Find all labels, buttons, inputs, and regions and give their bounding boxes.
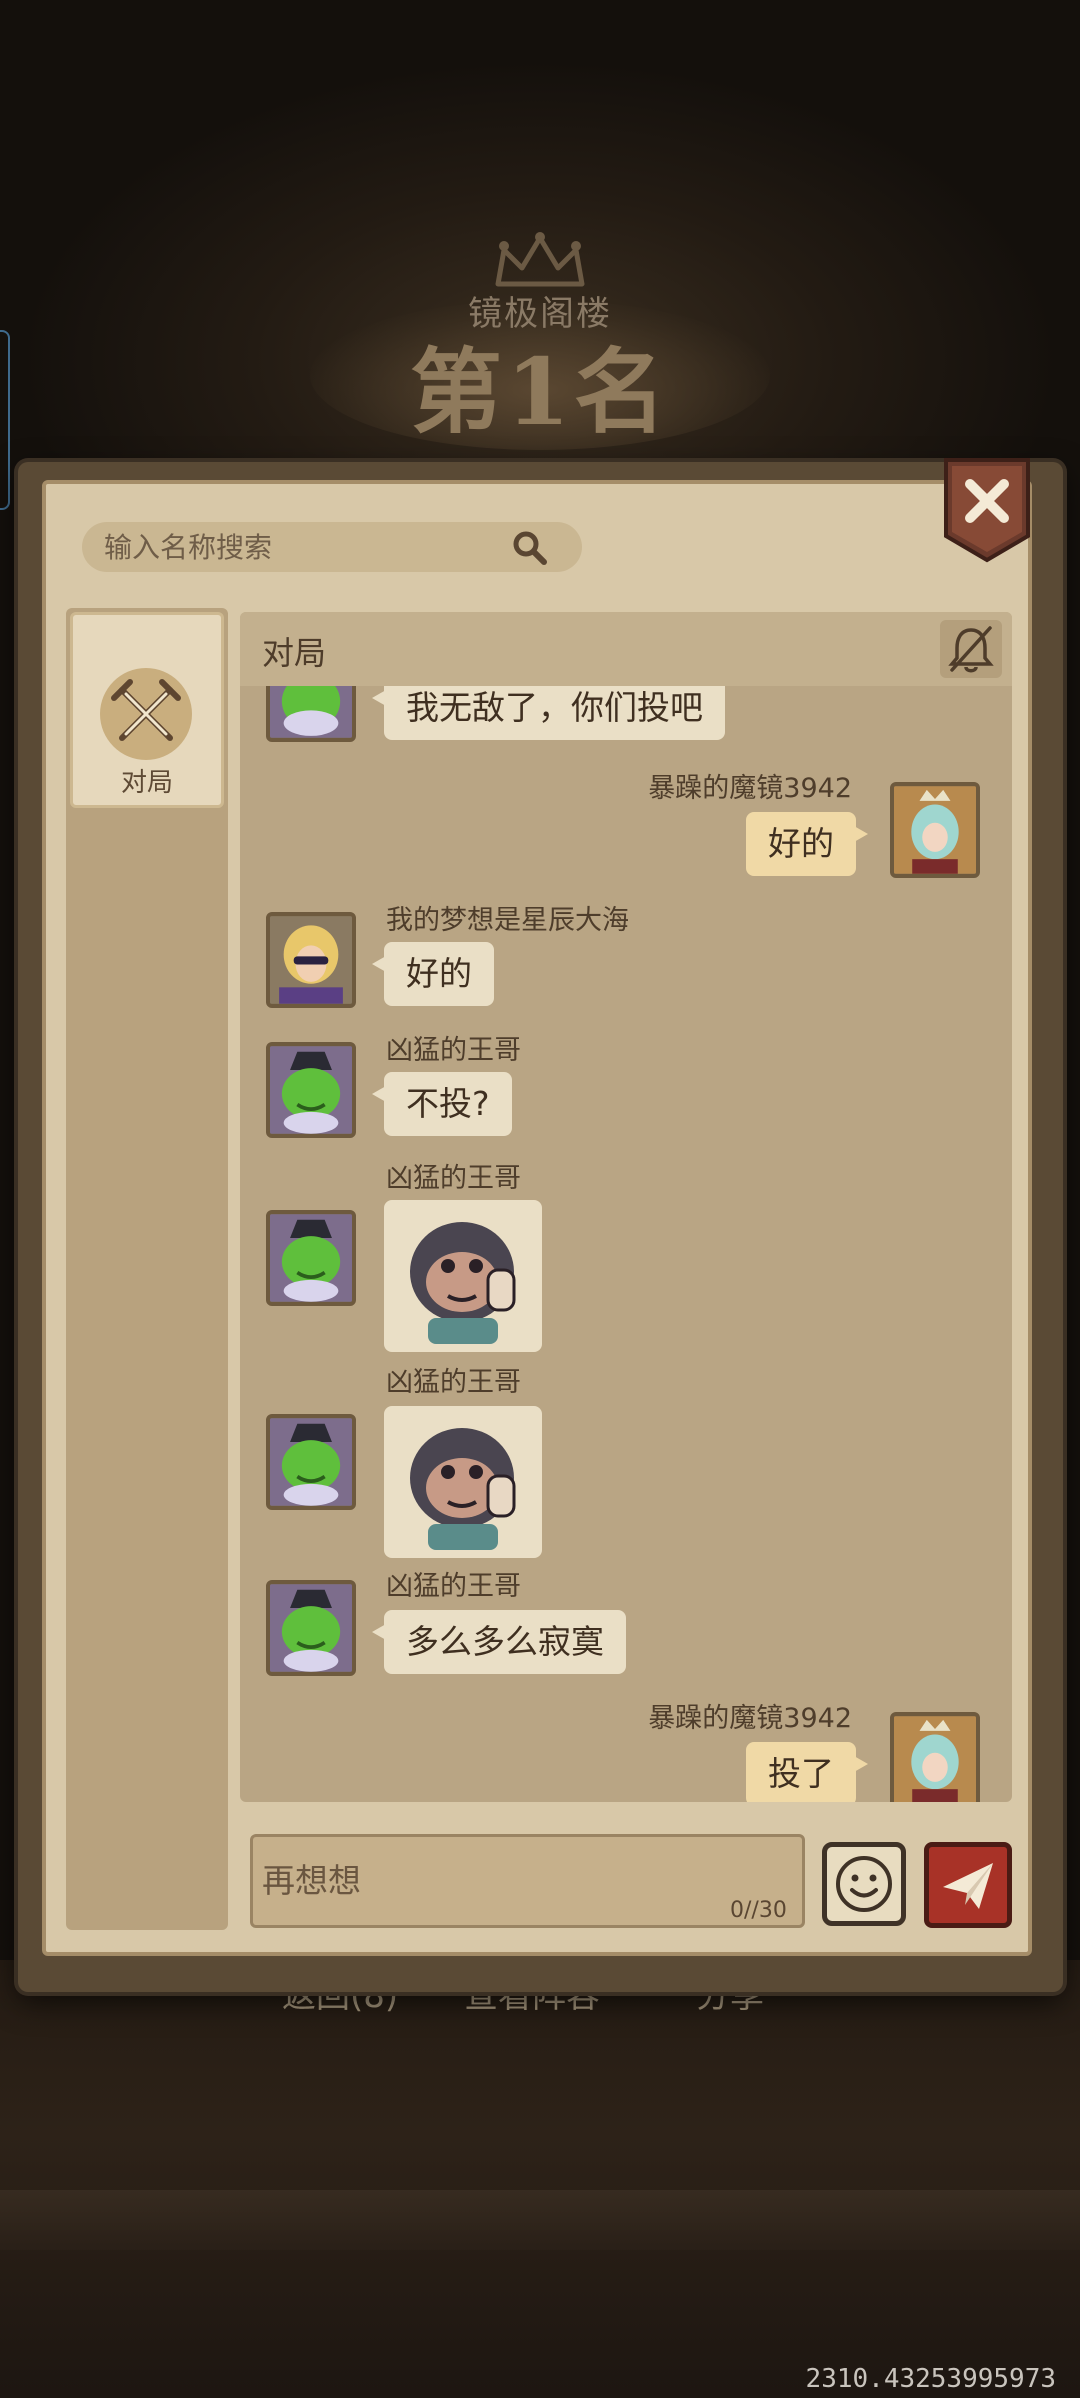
chat-bubble: 我无敌了，你们投吧 [372,686,725,740]
paper-plane-icon [943,1863,993,1909]
chat-header [240,612,1012,686]
sender-avatar[interactable] [266,1042,356,1138]
self-avatar[interactable] [890,1712,980,1802]
version-label: 2310.43253995973 [805,2364,1056,2394]
sender-avatar[interactable] [266,1414,356,1510]
sender-name: 暴躁的魔镜3942 [648,773,852,804]
search-input[interactable] [104,522,504,572]
sticker-message[interactable] [384,1406,542,1558]
chat-bubble-self: 投了 [746,1742,868,1802]
ice-queen-avatar [894,786,976,874]
ice-queen-avatar [894,1716,976,1802]
search-icon[interactable] [510,528,550,568]
sender-name: 我的梦想是星辰大海 [386,905,629,936]
message-input[interactable] [262,1850,682,1910]
close-button[interactable] [940,456,1034,564]
chat-bubble: 多么多么寂寞 [372,1610,626,1674]
green-orc-avatar [270,1418,352,1506]
char-counter: 0//30 [730,1898,787,1923]
rank-title: 第1名 [409,338,670,446]
sticker-message[interactable] [384,1200,542,1352]
masked-blonde-avatar [270,916,352,1004]
green-orc-avatar [270,1046,352,1134]
crown-icon [495,232,585,287]
sender-name: 凶猛的王哥 [386,1571,521,1602]
background-stripe [0,2190,1080,2250]
chat-title: 对局 [262,634,327,672]
chat-bubble-self: 好的 [746,812,868,876]
chat-bubble: 好的 [372,942,494,1006]
sender-avatar[interactable] [266,1580,356,1676]
green-orc-avatar [270,686,352,738]
green-orc-avatar [270,1214,352,1302]
tab-battle-label: 对局 [120,768,173,798]
sender-avatar[interactable] [266,686,356,742]
sender-name: 暴躁的魔镜3942 [648,1703,852,1734]
sender-name: 凶猛的王哥 [386,1163,521,1194]
emoji-button[interactable] [822,1842,906,1926]
message-list[interactable]: 我无敌了，你们投吧 暴躁的魔镜3942 好的 我的梦想是星辰大海 好的 凶猛的王… [240,686,1012,1802]
chat-bubble: 不投? [372,1072,512,1136]
sender-avatar[interactable] [266,1210,356,1306]
background-floor [0,1960,1080,2398]
gorilla-peace-sticker [410,1222,516,1344]
gorilla-peace-sticker [410,1428,516,1550]
sender-name: 凶猛的王哥 [386,1367,521,1398]
sender-avatar[interactable] [266,912,356,1008]
crossed-swords-icon [100,668,192,760]
mute-button[interactable] [940,620,1002,678]
self-avatar[interactable] [890,782,980,878]
bell-muted-icon [948,626,994,673]
send-button[interactable] [924,1842,1012,1928]
sender-name: 凶猛的王哥 [386,1035,521,1066]
green-orc-avatar [270,1584,352,1672]
smiley-icon [836,1856,892,1912]
